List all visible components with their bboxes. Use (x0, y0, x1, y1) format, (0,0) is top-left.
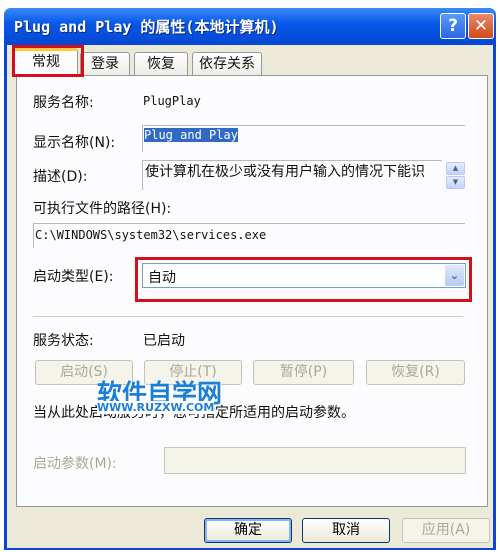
description-value: 使计算机在极少或没有用户输入的情况下能识 (145, 164, 425, 180)
close-button[interactable]: ✕ (468, 13, 494, 39)
status-value: 已启动 (143, 333, 185, 349)
path-label: 可执行文件的路径(H): (33, 201, 172, 217)
help-button[interactable]: ? (440, 13, 466, 39)
startup-type-label: 启动类型(E): (33, 269, 114, 285)
status-label: 服务状态: (33, 333, 94, 349)
apply-button[interactable]: 应用(A) (402, 518, 490, 543)
watermark-url: WWW.RUZXW.COM (97, 401, 215, 414)
display-name-label: 显示名称(N): (33, 135, 116, 151)
tab-recovery[interactable]: 恢复 (134, 52, 188, 76)
service-name-label: 服务名称: (33, 95, 94, 111)
params-label: 启动参数(M): (33, 456, 117, 472)
tab-logon[interactable]: 登录 (80, 52, 130, 76)
service-name-value: PlugPlay (143, 94, 201, 108)
display-name-value: Plug and Play (144, 128, 238, 142)
description-textarea[interactable]: 使计算机在极少或没有用户输入的情况下能识 (142, 160, 442, 190)
resume-button[interactable]: 恢复(R) (366, 360, 465, 385)
highlight-box-tab (12, 45, 84, 77)
tab-dependencies[interactable]: 依存关系 (192, 52, 262, 76)
display-name-input[interactable]: Plug and Play (142, 125, 465, 152)
scroll-up-icon[interactable]: ▲ (446, 162, 465, 175)
pause-button[interactable]: 暂停(P) (253, 360, 354, 385)
separator (33, 316, 463, 317)
scroll-down-icon[interactable]: ▼ (446, 176, 465, 189)
params-input[interactable] (164, 447, 466, 474)
path-value: C:\WINDOWS\system32\services.exe (35, 228, 267, 242)
ok-button[interactable]: 确定 (204, 518, 292, 543)
window-title: Plug and Play 的属性(本地计算机) (14, 18, 279, 36)
description-label: 描述(D): (33, 169, 88, 185)
cancel-button[interactable]: 取消 (302, 518, 390, 543)
path-field: C:\WINDOWS\system32\services.exe (33, 223, 465, 248)
highlight-box-startup (135, 257, 472, 302)
